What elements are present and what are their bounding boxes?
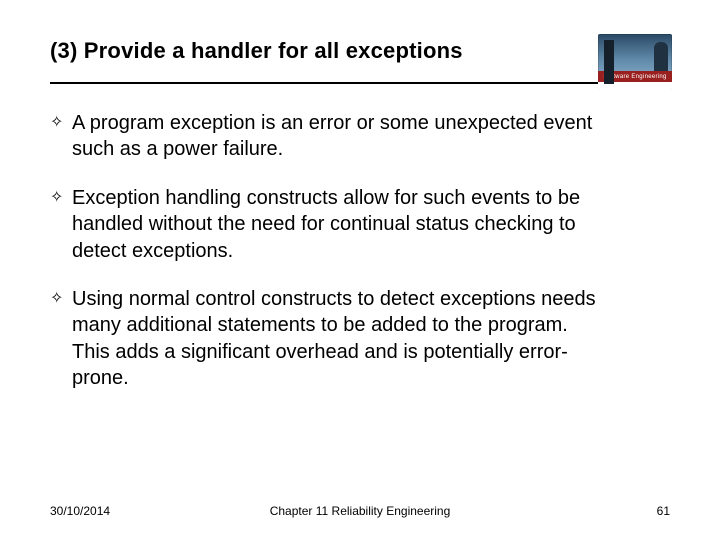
bullet-symbol: ✧ <box>50 286 72 312</box>
bullet-item: ✧ A program exception is an error or som… <box>50 110 610 163</box>
slide-body: ✧ A program exception is an error or som… <box>50 110 670 392</box>
logo-band: Software Engineering <box>598 71 672 82</box>
book-cover-logo: Software Engineering <box>598 34 672 90</box>
bullet-item: ✧ Exception handling constructs allow fo… <box>50 185 610 264</box>
footer-center: Chapter 11 Reliability Engineering <box>50 504 670 518</box>
logo-subtext <box>598 82 672 90</box>
slide-title: (3) Provide a handler for all exceptions <box>50 38 670 64</box>
bullet-symbol: ✧ <box>50 110 72 136</box>
slide: Software Engineering (3) Provide a handl… <box>0 0 720 540</box>
logo-band-text: Software Engineering <box>603 74 666 80</box>
bullet-symbol: ✧ <box>50 185 72 211</box>
slide-footer: 30/10/2014 Chapter 11 Reliability Engine… <box>50 504 670 518</box>
bullet-text: Exception handling constructs allow for … <box>72 185 610 264</box>
bullet-text: A program exception is an error or some … <box>72 110 610 163</box>
title-divider <box>50 82 670 84</box>
bullet-text: Using normal control constructs to detec… <box>72 286 610 392</box>
bullet-item: ✧ Using normal control constructs to det… <box>50 286 610 392</box>
